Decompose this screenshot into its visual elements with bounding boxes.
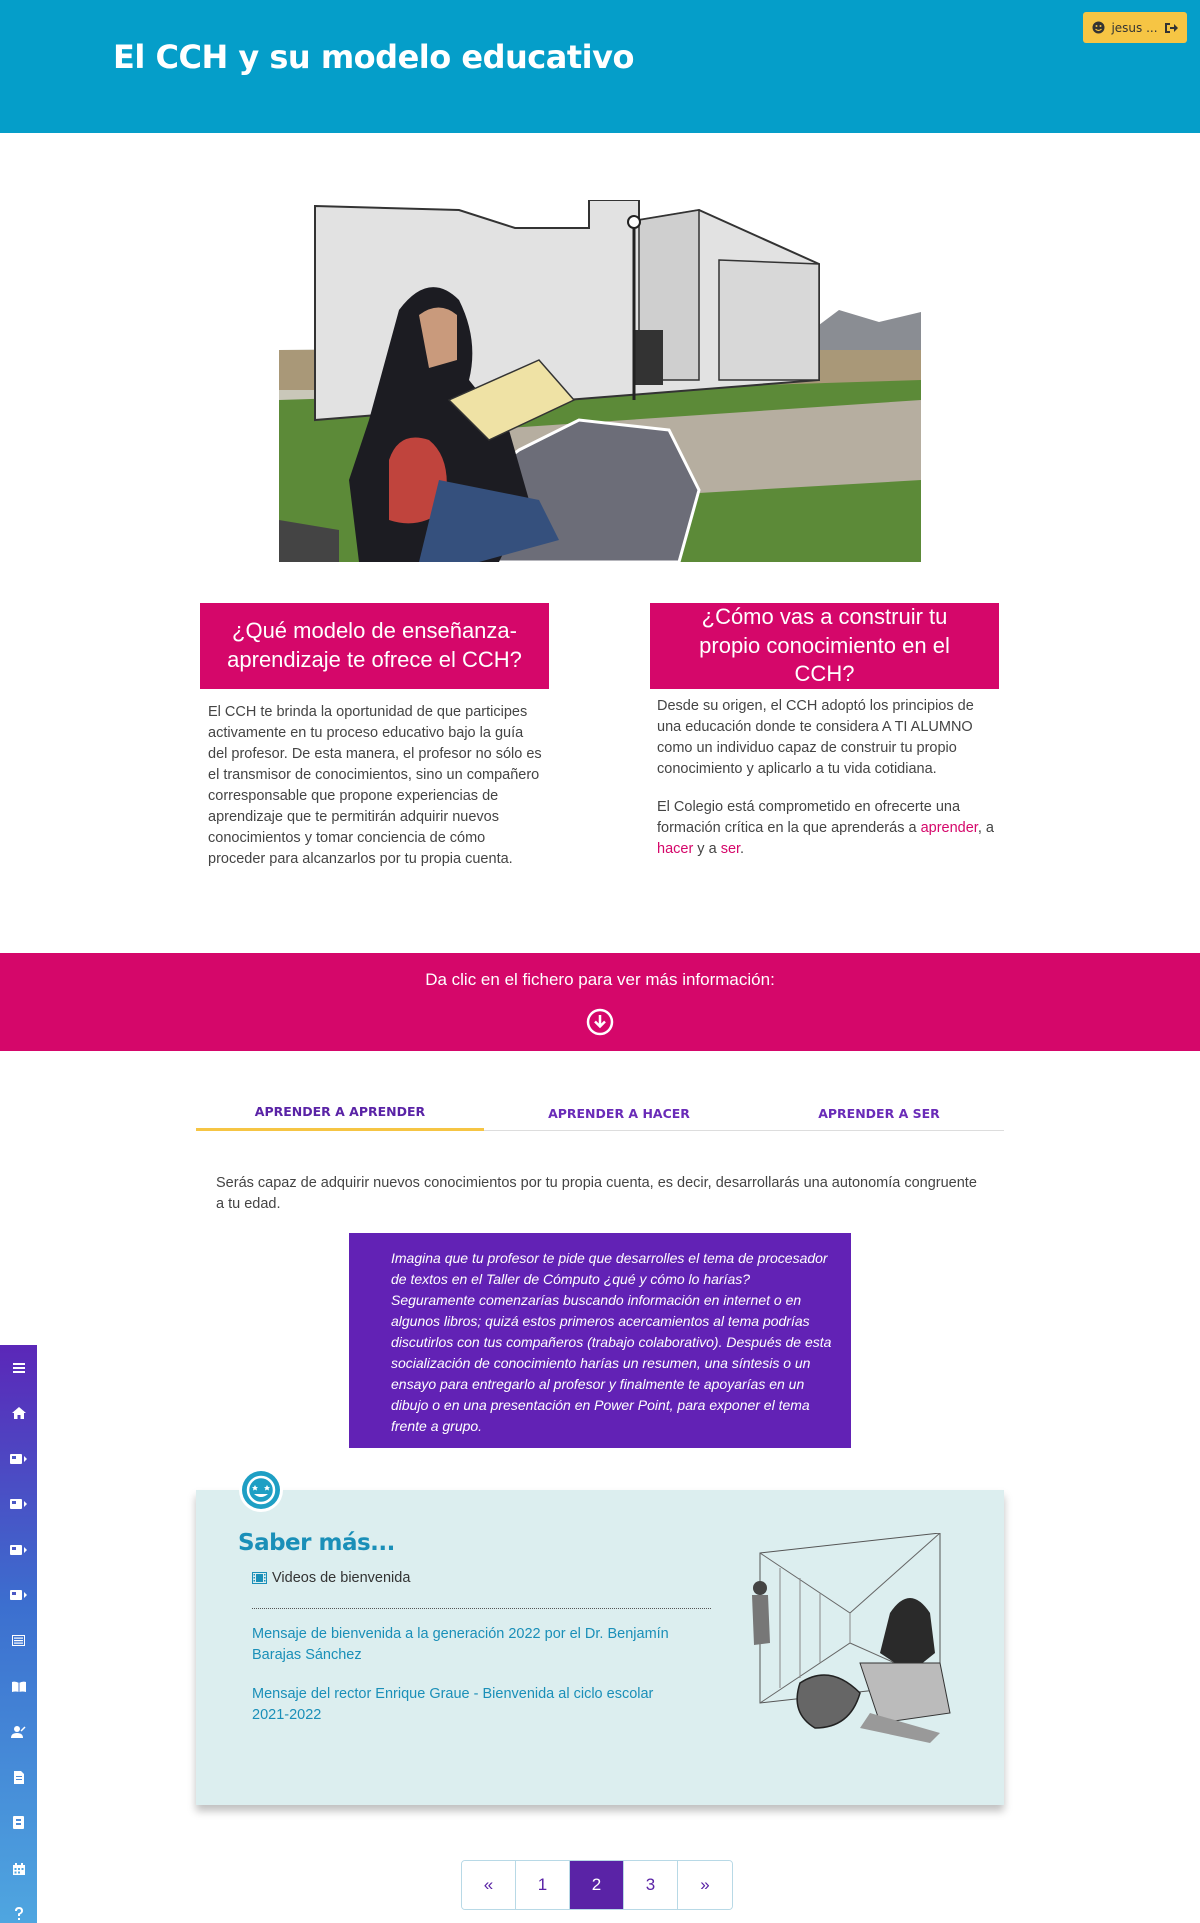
menu-icon[interactable]: [0, 1345, 37, 1390]
hacer-highlight: hacer: [657, 841, 694, 857]
user-icon[interactable]: [0, 1709, 37, 1754]
calendar-icon[interactable]: [0, 1846, 37, 1891]
ser-highlight: ser: [720, 841, 741, 857]
module-icon[interactable]: [0, 1527, 37, 1572]
help-icon[interactable]: [0, 1891, 37, 1923]
videos-heading: Videos de bienvenida: [252, 1570, 410, 1586]
pagination-page-2[interactable]: 2: [570, 1861, 624, 1909]
commitment-text-start: El Colegio está comprometido en ofrecert…: [657, 799, 961, 836]
commitment-text: El Colegio está comprometido en ofrecert…: [657, 797, 997, 860]
tab-aprender-a-ser[interactable]: APRENDER A SER: [754, 1095, 1004, 1131]
page-header: El CCH y su modelo educativo jesus ...: [0, 0, 1200, 133]
saber-mas-title: Saber más...: [238, 1530, 395, 1556]
arrow-down-circle-icon[interactable]: [585, 1007, 615, 1037]
sidebar: [0, 1345, 37, 1923]
videos-label: Videos de bienvenida: [272, 1570, 411, 1586]
tab-aprender-a-aprender[interactable]: APRENDER A APRENDER: [196, 1095, 484, 1131]
divider: [252, 1608, 711, 1609]
smiley-icon: [1092, 21, 1105, 34]
commitment-conjunction: y a: [693, 841, 721, 857]
page-title: El CCH y su modelo educativo: [113, 38, 634, 76]
module-icon[interactable]: [0, 1572, 37, 1617]
example-box: Imagina que tu profesor te pide que desa…: [349, 1233, 851, 1448]
book-icon[interactable]: [0, 1664, 37, 1709]
commitment-separator: , a: [977, 820, 994, 836]
question-build-knowledge: ¿Cómo vas a construir tu propio conocimi…: [650, 603, 999, 689]
film-icon: [252, 1572, 267, 1584]
pagination-page-3[interactable]: 3: [624, 1861, 678, 1909]
user-name: jesus ...: [1111, 20, 1158, 35]
tab-description: Serás capaz de adquirir nuevos conocimie…: [216, 1175, 977, 1212]
pagination-last-button[interactable]: »: [678, 1861, 732, 1909]
logout-icon: [1164, 22, 1178, 33]
tab-bar: APRENDER A APRENDER APRENDER A HACER APR…: [196, 1095, 1004, 1131]
build-knowledge-text: Desde su origen, el CCH adoptó los princ…: [657, 698, 974, 777]
list-icon[interactable]: [0, 1618, 37, 1663]
pagination: « 1 2 3 »: [461, 1860, 733, 1910]
module-icon[interactable]: [0, 1481, 37, 1526]
tab-aprender-a-hacer[interactable]: APRENDER A HACER: [484, 1095, 754, 1131]
video-link-benjamin-barajas[interactable]: Mensaje de bienvenida a la generación 20…: [252, 1624, 692, 1666]
hero-illustration: [279, 200, 921, 562]
user-menu-button[interactable]: jesus ...: [1083, 12, 1187, 43]
file-icon[interactable]: [0, 1800, 37, 1845]
module-icon[interactable]: [0, 1436, 37, 1481]
aprender-highlight: aprender: [920, 820, 978, 836]
home-icon[interactable]: [0, 1390, 37, 1435]
teaching-model-text: El CCH te brinda la oportunidad de que p…: [208, 704, 542, 867]
question-teaching-model: ¿Qué modelo de enseñanza-aprendizaje te …: [200, 603, 549, 689]
document-icon[interactable]: [0, 1755, 37, 1800]
pagination-page-1[interactable]: 1: [516, 1861, 570, 1909]
video-link-rector-graue[interactable]: Mensaje del rector Enrique Graue - Bienv…: [252, 1684, 692, 1726]
star-eyes-emoji-icon: [239, 1468, 283, 1512]
banner-text: Da clic en el fichero para ver más infor…: [425, 970, 775, 989]
commitment-text-end: .: [740, 841, 745, 857]
student-sketch-illustration: [752, 1533, 951, 1743]
pagination-first-button[interactable]: «: [462, 1861, 516, 1909]
